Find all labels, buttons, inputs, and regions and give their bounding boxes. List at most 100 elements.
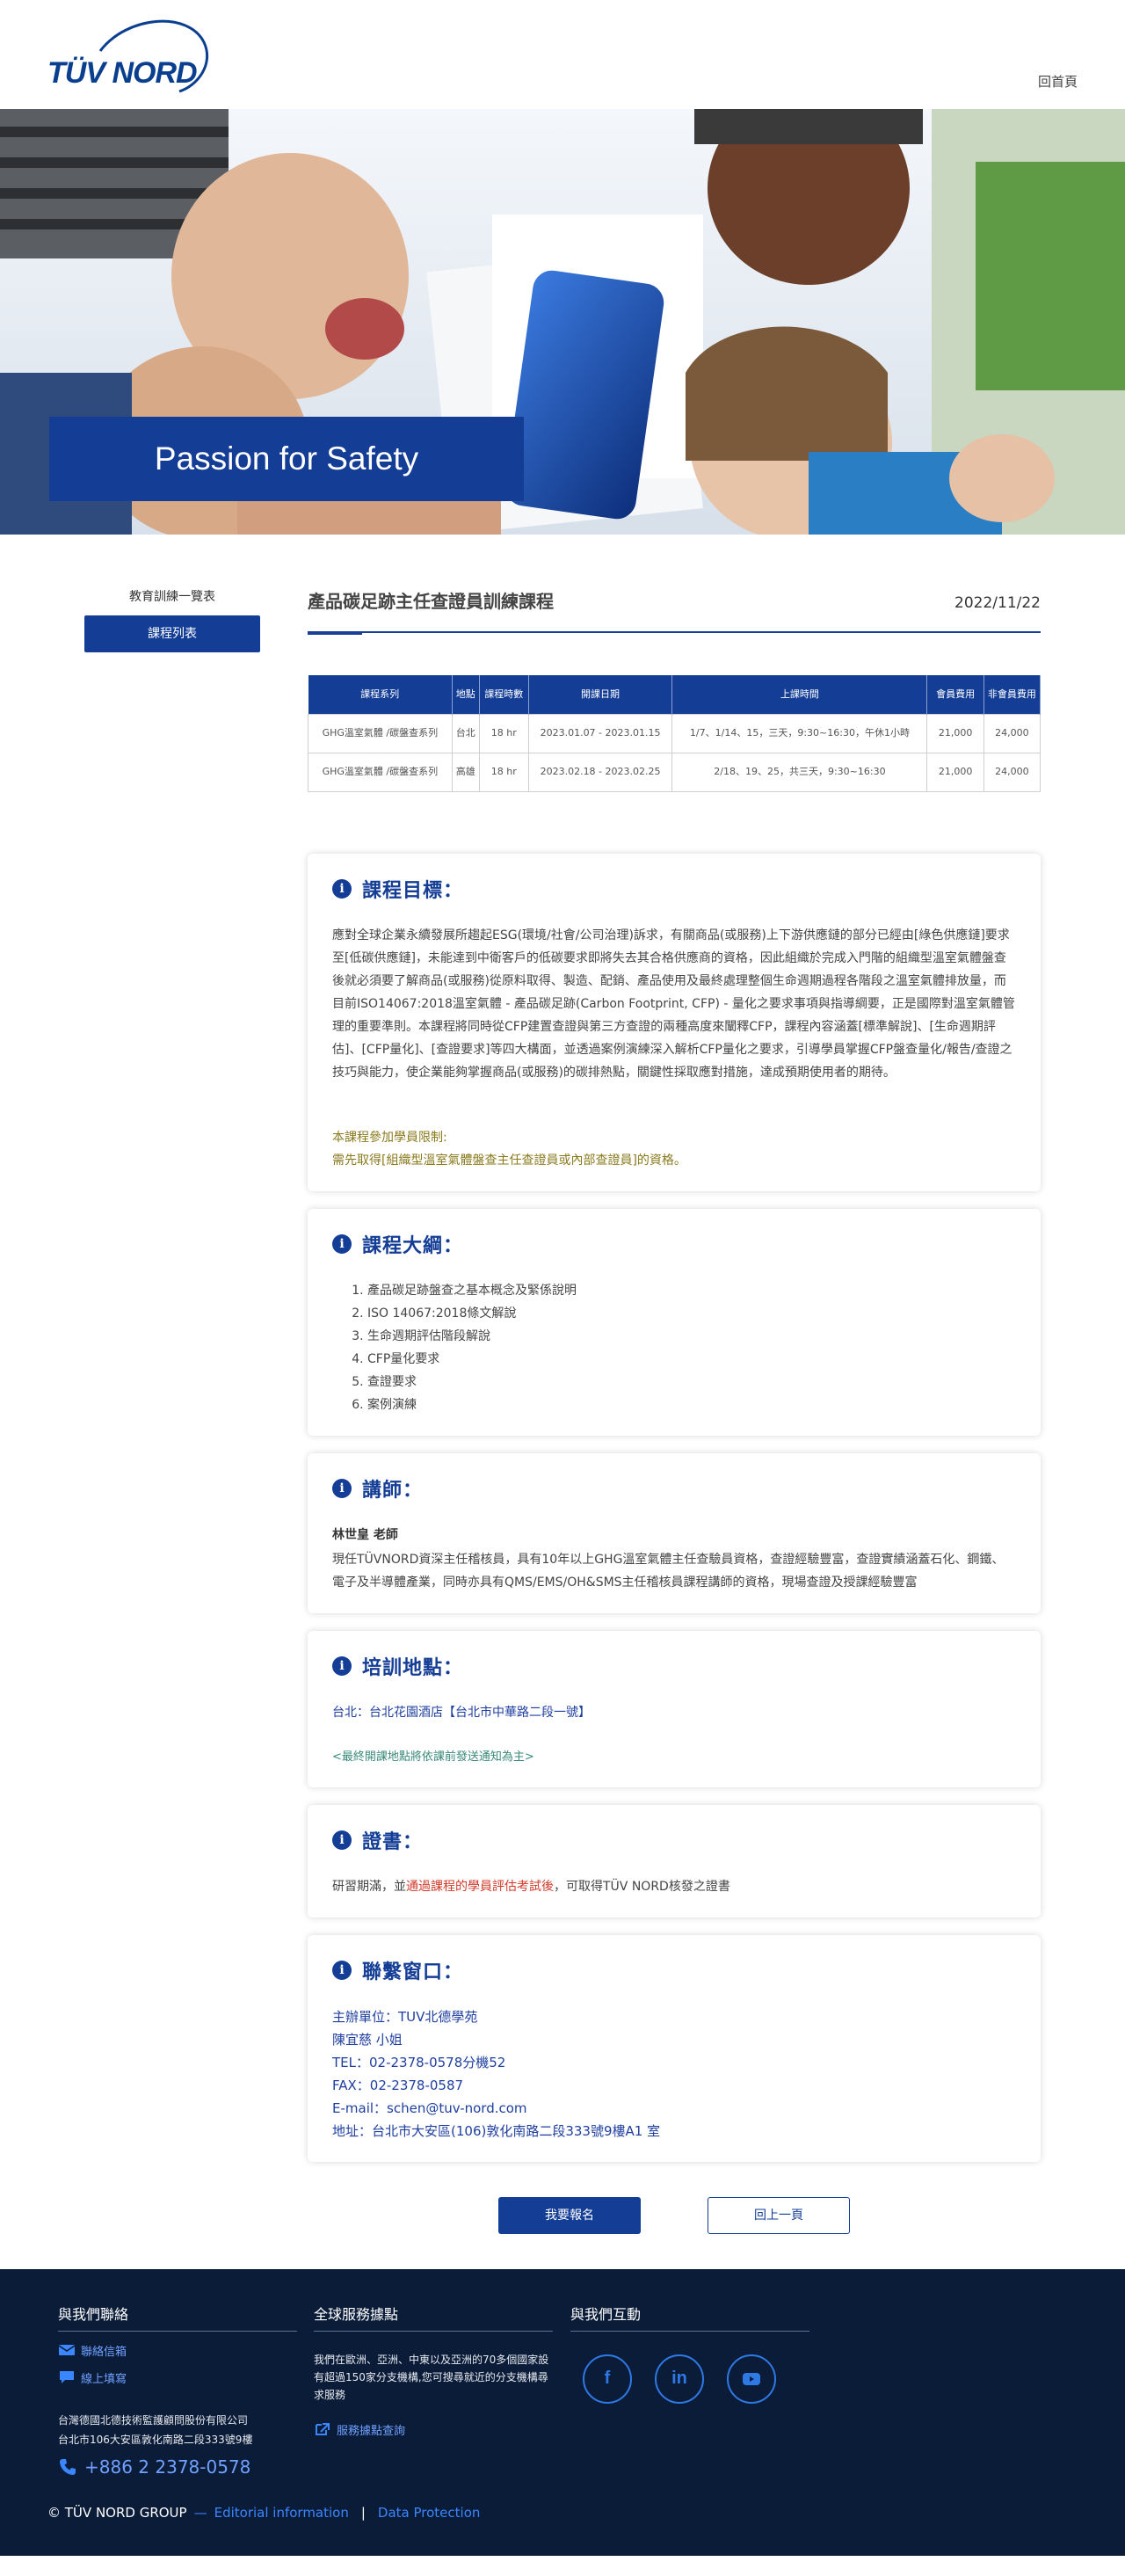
list-item: 產品碳足跡盤查之基本概念及緊係說明	[367, 1279, 1016, 1302]
footer-email-label: 聯絡信箱	[81, 2345, 127, 2359]
footer-global-text: 我們在歐洲、亞洲、中東以及亞洲的70多個國家設有超過150家分支機構,您可搜尋就…	[314, 2353, 549, 2401]
table-header-row: 課程系列 地點 課程時數 開課日期 上課時間 會員費用 非會員費用	[308, 675, 1042, 714]
site-footer: 與我們聯絡 聯絡信箱 線上填寫 台灣德國北德技術監護顧問股份有限公司 台北市10…	[0, 2268, 1125, 2556]
signup-button[interactable]: 我要報名	[498, 2196, 641, 2234]
footer-email-link[interactable]: 聯絡信箱	[58, 2342, 297, 2359]
footer-dash: —	[193, 2504, 207, 2521]
footer-online-form-label: 線上填寫	[81, 2372, 127, 2386]
hero-banner: Passion for Safety	[0, 109, 1125, 535]
footer-phone[interactable]: +886 2 2378-0578	[58, 2456, 297, 2478]
mail-icon	[58, 2345, 76, 2355]
info-icon: i	[332, 878, 352, 899]
external-link-icon	[316, 2423, 330, 2435]
footer-global-title: 全球服務據點	[314, 2303, 553, 2332]
certificate-highlight: 通過課程的學員評估考試後	[406, 1879, 554, 1894]
data-protection-link[interactable]: Data Protection	[378, 2505, 480, 2521]
site-header: TÜV NORD 回首頁	[0, 0, 1125, 109]
certificate-card: i 證書： 研習期滿，並通過課程的學員評估考試後，可取得TÜV NORD核發之證…	[308, 1804, 1041, 1917]
table-header: 課程時數	[479, 675, 529, 714]
contact-email[interactable]: E-mail：schen@tuv-nord.com	[332, 2097, 1016, 2120]
table-cell: 18 hr	[478, 713, 529, 753]
certificate-title: 證書：	[362, 1830, 424, 1853]
lecturer-card: i 講師： 林世皇 老師 現任TÜVNORD資深主任稽核員，具有10年以上GHG…	[308, 1452, 1041, 1613]
table-header: 開課日期	[528, 675, 673, 714]
training-location-title: 培訓地點：	[362, 1656, 464, 1679]
home-link[interactable]: 回首頁	[1038, 72, 1078, 91]
course-list-button[interactable]: 課程列表	[84, 615, 260, 652]
footer-social-title: 與我們互動	[570, 2303, 809, 2332]
table-cell: GHG溫室氣體 /碳盤查系列	[308, 713, 453, 753]
course-goal-title: 課程目標：	[362, 879, 464, 902]
footer-service-link[interactable]: 服務據點查詢	[314, 2421, 553, 2438]
main-content: 產品碳足跡主任查證員訓練課程 2022/11/22 課程系列 地點 課程時數 開…	[308, 580, 1042, 2234]
page-date: 2022/11/22	[954, 594, 1041, 612]
footer-phone-number: +886 2 2378-0578	[84, 2456, 251, 2478]
linkedin-icon[interactable]: in	[655, 2354, 704, 2404]
card-head: i 證書：	[332, 1826, 1016, 1854]
back-button[interactable]: 回上一頁	[708, 2196, 850, 2234]
page-title: 產品碳足跡主任查證員訓練課程	[308, 591, 554, 612]
chat-icon	[60, 2371, 74, 2383]
footer-bottom-bar: © TÜV NORD GROUP — Editorial information…	[47, 2505, 480, 2521]
table-cell: 1/7、1/14、15，三天，9:30~16:30，午休1小時	[671, 713, 928, 753]
action-buttons: 我要報名 回上一頁	[308, 2196, 1041, 2234]
footer-company-name: 台灣德國北德技術監護顧問股份有限公司	[58, 2413, 249, 2427]
footer-service-label: 服務據點查詢	[337, 2424, 406, 2438]
list-item: 生命週期評估階段解說	[367, 1325, 1016, 1348]
table-row: GHG溫室氣體 /碳盤查系列 台北 18 hr 2023.01.07 - 202…	[308, 713, 1042, 753]
facebook-icon[interactable]: f	[583, 2354, 632, 2404]
table-row: GHG溫室氣體 /碳盤查系列 高雄 18 hr 2023.02.18 - 202…	[308, 752, 1042, 792]
social-links: f in	[583, 2354, 809, 2404]
youtube-play-icon	[743, 2372, 760, 2385]
table-header: 非會員費用	[983, 675, 1042, 714]
table-header: 地點	[452, 675, 480, 714]
contact-tel[interactable]: TEL：02-2378-0578分機52	[332, 2051, 1016, 2074]
list-item: 查證要求	[367, 1371, 1016, 1394]
sidebar: 教育訓練一覽表 課程列表	[84, 587, 260, 652]
contact-fax: FAX：02-2378-0587	[332, 2077, 464, 2093]
info-icon: i	[332, 1478, 352, 1498]
certificate-text: 研習期滿，並通過課程的學員評估考試後，可取得TÜV NORD核發之證書	[332, 1875, 1016, 1898]
table-header: 課程系列	[308, 675, 453, 714]
footer-separator: |	[360, 2504, 366, 2521]
table-cell: 18 hr	[478, 752, 529, 792]
table-cell: 2023.02.18 - 2023.02.25	[527, 752, 673, 792]
training-location-place[interactable]: 台北：台北花園酒店【台北市中華路二段一號】	[332, 1701, 1016, 1724]
course-outline-card: i 課程大綱： 產品碳足跡盤查之基本概念及緊係說明 ISO 14067:2018…	[308, 1208, 1041, 1436]
phone-icon	[60, 2458, 76, 2475]
footer-copyright: © TÜV NORD GROUP	[47, 2504, 187, 2521]
footer-global-column: 全球服務據點 我們在歐洲、亞洲、中東以及亞洲的70多個國家設有超過150家分支機…	[314, 2303, 553, 2438]
info-icon: i	[332, 1960, 352, 1980]
contact-card: i 聯繫窗口： 主辦單位：TUV北德學苑 陳宜慈 小姐 TEL：02-2378-…	[308, 1934, 1041, 2162]
footer-social-column: 與我們互動 f in	[570, 2303, 809, 2404]
tuv-nord-logo[interactable]: TÜV NORD	[47, 16, 214, 95]
contact-person: 陳宜慈 小姐	[332, 2031, 403, 2048]
info-icon: i	[332, 1830, 352, 1850]
info-icon: i	[332, 1655, 352, 1676]
footer-contact-column: 與我們聯絡 聯絡信箱 線上填寫 台灣德國北德技術監護顧問股份有限公司 台北市10…	[58, 2303, 297, 2478]
footer-online-form-link[interactable]: 線上填寫	[58, 2369, 297, 2386]
list-item: 案例演練	[367, 1394, 1016, 1416]
youtube-icon[interactable]	[727, 2354, 776, 2404]
lecturer-bio: 現任TÜVNORD資深主任稽核員，具有10年以上GHG溫室氣體主任查驗員資格，查…	[332, 1552, 1005, 1590]
certificate-after: ，可取得TÜV NORD核發之證書	[554, 1879, 730, 1894]
table-cell: 台北	[451, 713, 480, 753]
hero-slogan-banner: Passion for Safety	[49, 417, 524, 501]
course-outline-list: 產品碳足跡盤查之基本概念及緊係說明 ISO 14067:2018條文解說 生命週…	[332, 1279, 1016, 1416]
contact-title: 聯繫窗口：	[362, 1961, 464, 1983]
restriction-body: 需先取得[組織型溫室氣體盤查主任查證員或內部查證員]的資格。	[332, 1153, 686, 1168]
logo-text: TÜV NORD	[47, 56, 198, 90]
footer-company-address: 台北市106大安區敦化南路二段333號9樓	[58, 2433, 253, 2446]
lecturer-title: 講師：	[362, 1479, 424, 1502]
editorial-link[interactable]: Editorial information	[214, 2505, 349, 2521]
course-outline-title: 課程大綱：	[362, 1234, 464, 1257]
table-cell: 21,000	[926, 713, 984, 753]
title-row: 產品碳足跡主任查證員訓練課程 2022/11/22	[308, 580, 1041, 635]
footer-address: 台灣德國北德技術監護顧問股份有限公司 台北市106大安區敦化南路二段333號9樓	[58, 2411, 297, 2449]
enrollment-restriction: 本課程參加學員限制: 需先取得[組織型溫室氣體盤查主任查證員或內部查證員]的資格…	[332, 1126, 1016, 1172]
table-cell: 21,000	[926, 752, 984, 792]
contact-organizer: 主辦單位：TUV北德學苑	[332, 2008, 478, 2025]
course-goal-card: i 課程目標： 應對全球企業永續發展所趨起ESG(環境/社會/公司治理)訴求，有…	[308, 853, 1041, 1191]
course-goal-body: 應對全球企業永續發展所趨起ESG(環境/社會/公司治理)訴求，有關商品(或服務)…	[332, 928, 1015, 1080]
footer-contact-title: 與我們聯絡	[58, 2303, 297, 2332]
